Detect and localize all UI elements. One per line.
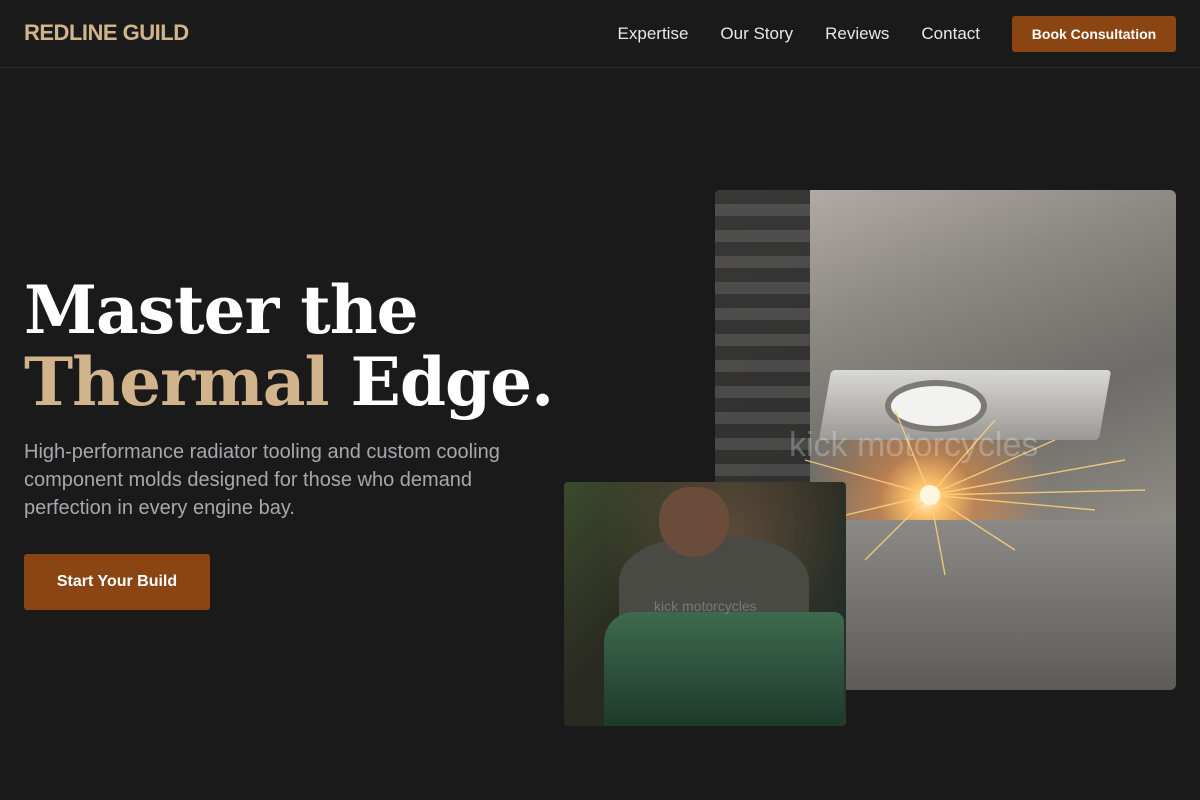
- lathe-machine: [604, 612, 844, 726]
- hero-subtitle: High-performance radiator tooling and cu…: [24, 441, 500, 519]
- machinist-head: [659, 487, 729, 557]
- nav-link-expertise[interactable]: Expertise: [618, 24, 689, 44]
- main-nav: Expertise Our Story Reviews Contact: [618, 24, 980, 44]
- hero-title: Master the Thermal Edge.: [24, 271, 555, 421]
- nav-link-our-story[interactable]: Our Story: [720, 24, 793, 44]
- hero-title-accent: Thermal: [24, 343, 330, 421]
- hero-title-rest: Edge.: [350, 343, 555, 421]
- image-watermark-small: kick motorcycles: [654, 598, 757, 614]
- hero-title-line1: Master the: [24, 271, 419, 349]
- start-build-button[interactable]: Start Your Build: [24, 554, 210, 610]
- site-header: REDLINE GUILD Expertise Our Story Review…: [0, 0, 1200, 68]
- machinist-photo: kick motorcycles: [564, 482, 846, 726]
- brand-logo[interactable]: REDLINE GUILD: [24, 20, 189, 46]
- image-watermark-large: kick motorcycles: [789, 426, 1039, 464]
- nav-link-contact[interactable]: Contact: [921, 24, 980, 44]
- book-consultation-button[interactable]: Book Consultation: [1012, 16, 1176, 52]
- nav-link-reviews[interactable]: Reviews: [825, 24, 889, 44]
